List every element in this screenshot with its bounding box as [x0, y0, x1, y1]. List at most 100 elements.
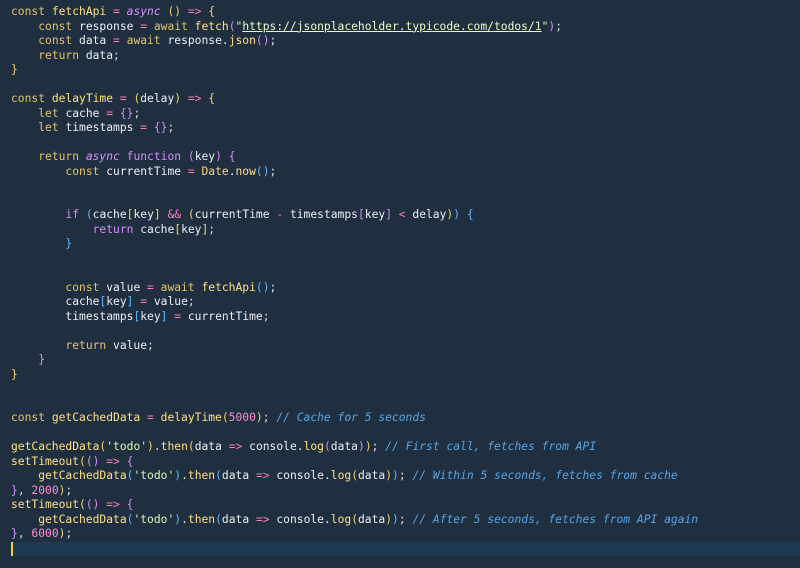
code-token: .: [153, 440, 161, 453]
code-token: (): [255, 164, 270, 178]
code-line[interactable]: [11, 78, 800, 93]
code-line[interactable]: [11, 136, 800, 151]
code-line[interactable]: return value;: [11, 339, 800, 354]
code-token: https://jsonplaceholder.typicode.com/tod…: [242, 19, 542, 33]
code-token: getCachedData: [38, 512, 127, 526]
code-token: cache: [92, 208, 127, 221]
code-line[interactable]: setTimeout(() => {: [11, 498, 800, 513]
code-line[interactable]: }, 2000);: [11, 484, 800, 499]
code-token: ;: [208, 222, 216, 236]
code-token: 2000: [31, 483, 59, 497]
code-token: (: [351, 469, 358, 482]
code-token: {}: [119, 106, 134, 120]
code-line[interactable]: return cache[key];: [11, 223, 800, 238]
code-line[interactable]: [11, 397, 800, 412]
code-token: then: [187, 512, 216, 526]
code-token: (): [85, 454, 100, 468]
code-line[interactable]: timestamps[key] = currentTime;: [11, 310, 800, 325]
code-token: cache: [140, 222, 175, 236]
code-line[interactable]: const response = await fetch("https://js…: [11, 20, 800, 35]
code-line[interactable]: const fetchApi = async () => {: [11, 5, 800, 20]
code-line[interactable]: getCachedData('todo').then(data => conso…: [11, 513, 800, 528]
code-token: [: [357, 208, 365, 221]
code-editor[interactable]: const fetchApi = async () => { const res…: [0, 0, 800, 568]
code-line[interactable]: getCachedData('todo').then(data => conso…: [11, 440, 800, 455]
code-line[interactable]: }: [11, 237, 800, 252]
code-token: ): [364, 440, 372, 453]
code-line[interactable]: if (cache[key] && (currentTime - timesta…: [11, 208, 800, 223]
code-token: =: [133, 121, 154, 134]
code-token: data: [221, 469, 250, 482]
code-token: (: [79, 498, 86, 511]
code-line[interactable]: const getCachedData = delayTime(5000); /…: [11, 411, 800, 426]
code-line[interactable]: }: [11, 368, 800, 383]
code-token: 6000: [31, 527, 59, 540]
code-token: =>: [181, 92, 209, 105]
code-token: console.: [276, 469, 331, 482]
code-token: =: [140, 280, 161, 294]
code-token: // Cache for 5 seconds: [276, 411, 426, 424]
code-token: (): [255, 34, 270, 47]
code-line[interactable]: [11, 252, 800, 267]
code-token: log: [303, 440, 324, 453]
code-token: ;: [398, 512, 413, 526]
code-token: data: [330, 440, 358, 453]
code-line[interactable]: return async function (key) {: [11, 150, 800, 165]
code-token: }: [38, 353, 46, 366]
code-line[interactable]: const delayTime = (delay) => {: [11, 92, 800, 107]
code-line[interactable]: }: [11, 63, 800, 78]
code-line[interactable]: cache[key] = value;: [11, 295, 800, 310]
code-token: console.: [249, 440, 304, 453]
code-line[interactable]: }, 6000);: [11, 527, 800, 542]
code-line[interactable]: [11, 382, 800, 397]
code-token: ;: [269, 164, 277, 178]
code-line[interactable]: [11, 324, 800, 339]
code-token: // Within 5 seconds, fetches from cache: [412, 469, 678, 482]
code-line[interactable]: let timestamps = {};: [11, 121, 800, 136]
code-line[interactable]: [11, 426, 800, 441]
code-token: .: [181, 469, 188, 482]
code-line[interactable]: return data;: [11, 49, 800, 64]
code-token: ;: [262, 411, 277, 424]
code-token: ;: [147, 338, 154, 352]
code-token: ;: [269, 34, 277, 47]
code-token: {: [208, 92, 216, 105]
code-line[interactable]: let cache = {};: [11, 107, 800, 122]
code-lines[interactable]: const fetchApi = async () => { const res…: [11, 5, 800, 556]
code-token: 'todo': [133, 512, 175, 526]
code-line[interactable]: [11, 541, 800, 556]
code-token: ]: [153, 208, 161, 221]
code-line[interactable]: const data = await response.json();: [11, 34, 800, 49]
code-token: (): [85, 498, 100, 511]
code-line[interactable]: setTimeout(() => {: [11, 455, 800, 470]
code-line[interactable]: [11, 266, 800, 281]
code-token: =: [140, 411, 161, 424]
code-token: cache: [65, 295, 100, 308]
code-token: console.: [276, 512, 331, 526]
code-token: {: [228, 150, 236, 163]
code-line[interactable]: const currentTime = Date.now();: [11, 165, 800, 180]
code-line[interactable]: [11, 194, 800, 209]
code-token: log: [330, 512, 352, 526]
code-token: const: [11, 411, 52, 424]
code-token: json: [228, 34, 256, 47]
code-token: return: [92, 222, 141, 236]
code-token: const: [38, 34, 80, 47]
code-token: const: [11, 5, 52, 18]
code-line[interactable]: }: [11, 353, 800, 368]
code-line[interactable]: [11, 179, 800, 194]
code-token: }: [65, 237, 73, 250]
code-token: }: [11, 63, 18, 76]
code-token: delay: [140, 92, 175, 105]
code-line[interactable]: getCachedData('todo').then(data => conso…: [11, 469, 800, 484]
code-line[interactable]: const value = await fetchApi();: [11, 281, 800, 296]
code-token: delayTime: [51, 92, 114, 105]
code-token: key: [106, 295, 127, 308]
